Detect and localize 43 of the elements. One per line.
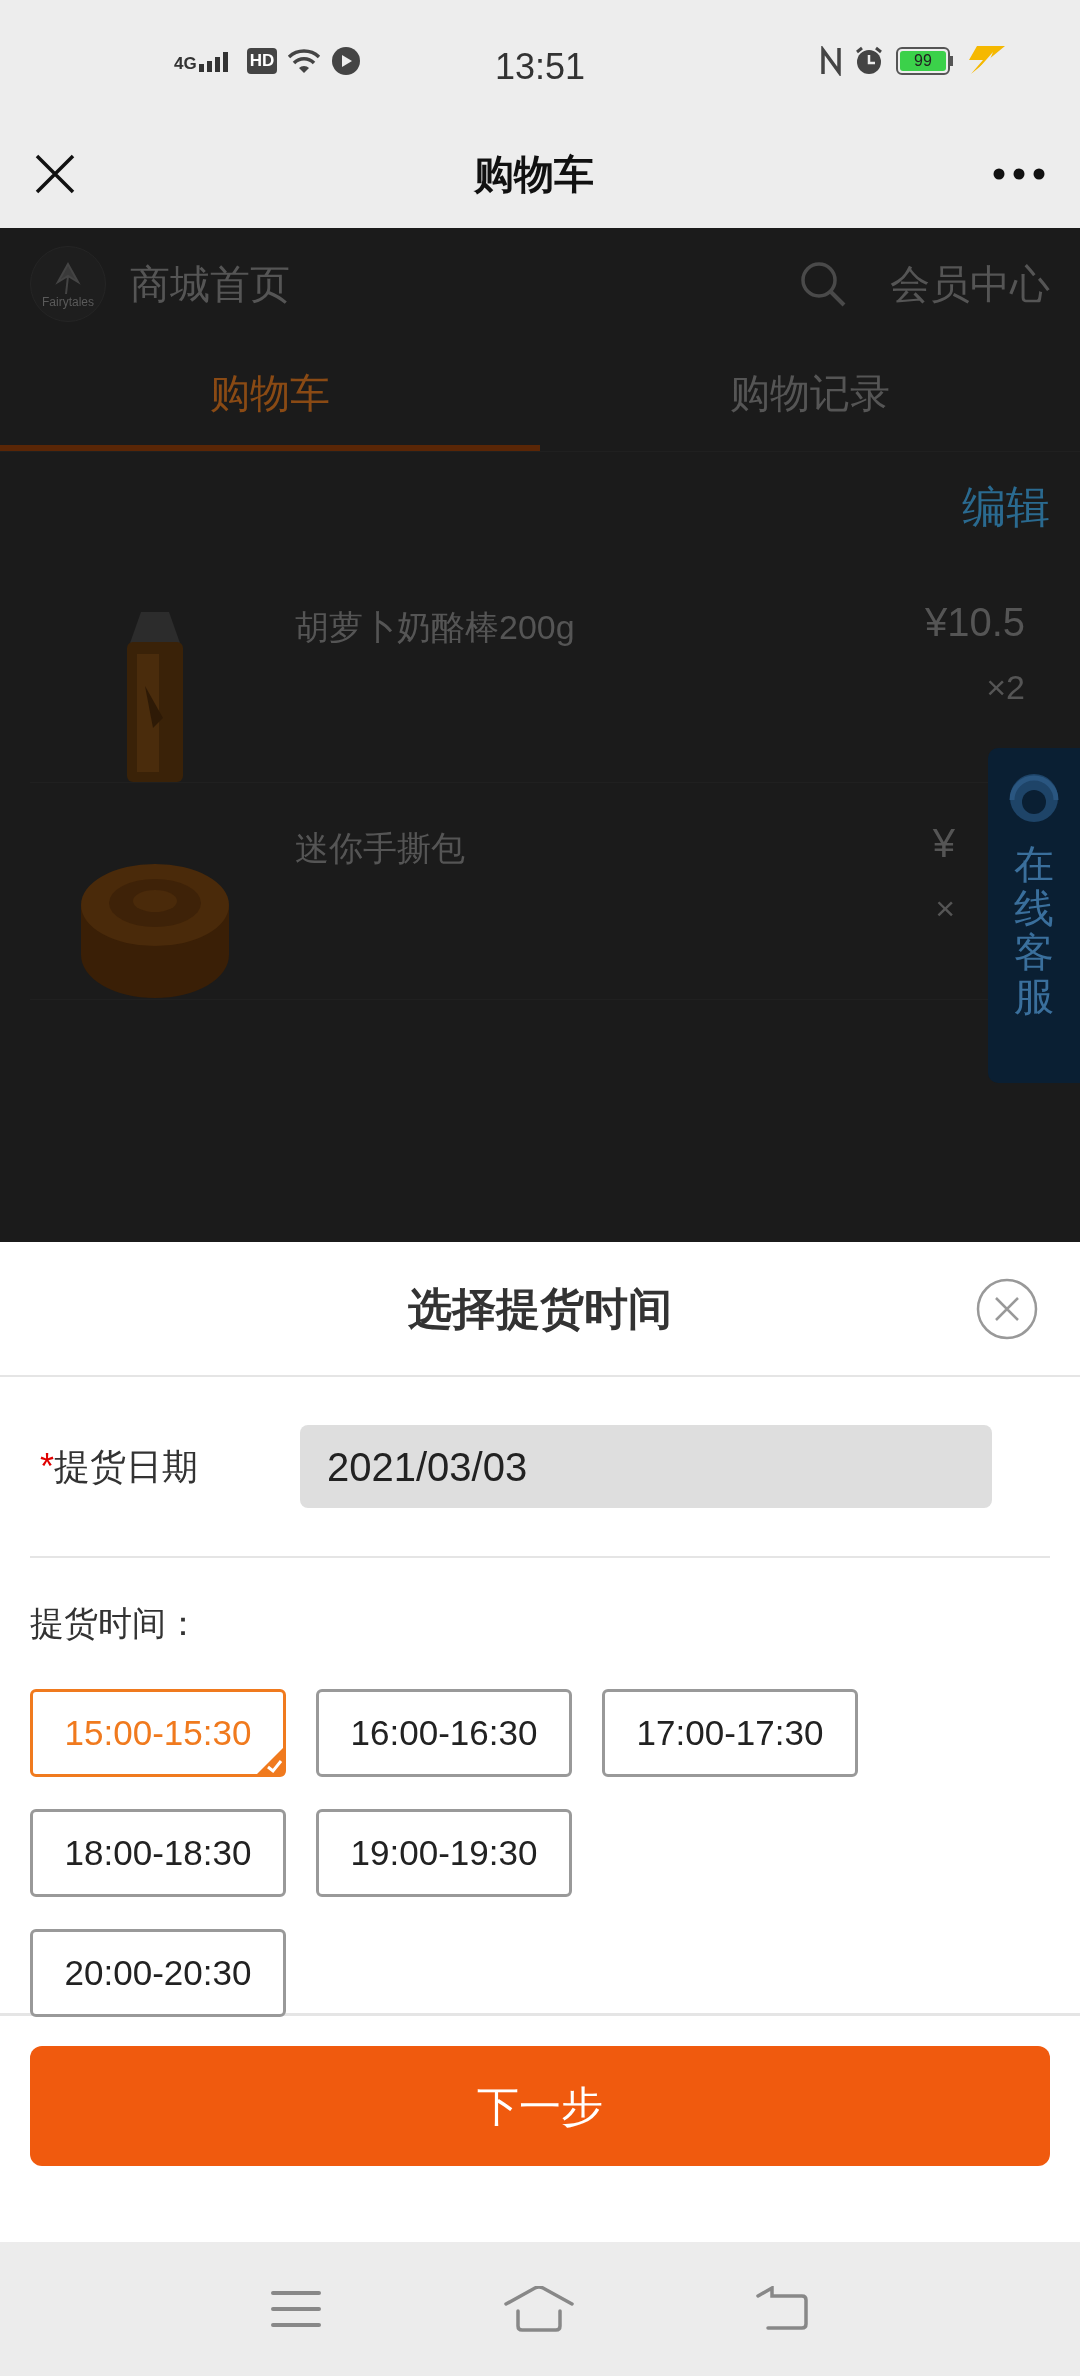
back-icon[interactable]	[755, 2286, 810, 2332]
close-icon[interactable]	[35, 154, 75, 194]
sheet-title: 选择提货时间	[408, 1282, 672, 1335]
service-label: 在线客服	[1014, 842, 1054, 1018]
date-label: 提货日期	[54, 1444, 198, 1489]
status-time: 13:51	[494, 46, 586, 87]
hd-badge: HD	[246, 48, 278, 74]
service-panel[interactable]: 在线客服	[988, 748, 1080, 1083]
more-icon[interactable]	[993, 168, 1045, 180]
product-quantity: ×	[935, 888, 955, 929]
tab[interactable]: 购物车	[0, 340, 540, 451]
product-price: ¥10.5	[924, 599, 1025, 646]
member-link[interactable]: 会员中心	[890, 254, 1050, 314]
search-icon[interactable]	[800, 261, 846, 307]
wifi-icon	[287, 48, 322, 74]
tab[interactable]: 购物记录	[540, 340, 1080, 451]
product-name: 胡萝卜奶酪棒200g	[294, 607, 576, 648]
product-name: 迷你手撕包	[294, 828, 466, 869]
time-slot[interactable]: 16:00-16:30	[316, 1689, 572, 1777]
nfc-icon	[820, 46, 842, 76]
product-price: ¥	[932, 820, 955, 867]
time-slot[interactable]: 15:00-15:30	[30, 1689, 286, 1777]
page-title: 购物车	[474, 151, 594, 198]
time-label: 提货时间：	[30, 1604, 200, 1642]
date-field[interactable]: 2021/03/03	[300, 1425, 992, 1508]
logo[interactable]: Fairytales	[30, 246, 106, 322]
network-label: 4G	[174, 55, 197, 72]
home-icon[interactable]	[503, 2286, 575, 2332]
edit-link[interactable]: 编辑	[962, 474, 1050, 540]
home-link[interactable]: 商城首页	[130, 254, 776, 314]
time-slot[interactable]: 20:00-20:30	[30, 1929, 286, 2017]
alarm-icon	[854, 46, 884, 76]
logo-text: Fairytales	[42, 296, 94, 308]
next-button[interactable]: 下一步	[30, 2046, 1050, 2166]
time-slot[interactable]: 17:00-17:30	[602, 1689, 858, 1777]
required-mark: *	[40, 1444, 54, 1489]
check-icon	[255, 1746, 285, 1776]
product-quantity: ×2	[986, 667, 1025, 708]
battery-level: 99	[900, 51, 946, 71]
play-icon	[331, 46, 362, 76]
time-slot[interactable]: 19:00-19:30	[316, 1809, 572, 1897]
menu-icon[interactable]	[270, 2289, 323, 2329]
time-slot[interactable]: 18:00-18:30	[30, 1809, 286, 1897]
